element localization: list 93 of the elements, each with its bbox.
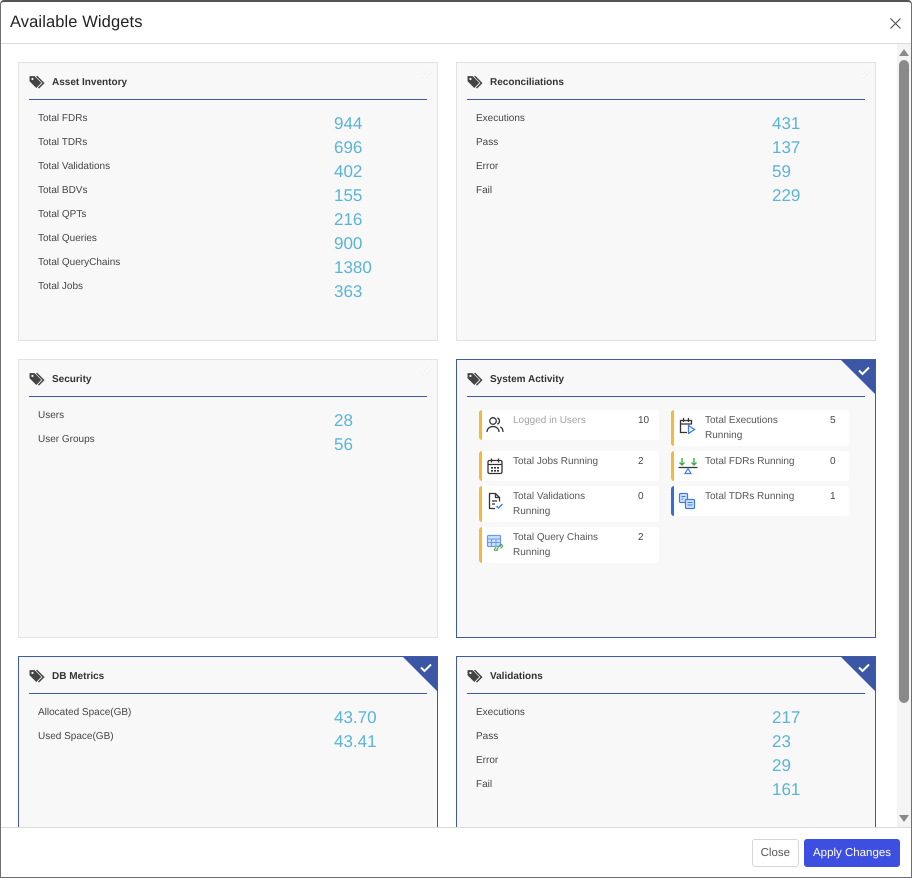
stat-value: 155 [334,185,362,206]
checked-corner-icon[interactable] [403,657,437,691]
tile-label: Total Validations Running [513,490,586,519]
stat-label: Error [476,160,498,174]
table-link-icon [486,533,504,551]
tile-label: Logged in Users [513,414,587,428]
stat-label: Used Space(GB) [38,730,114,744]
stat-label: Executions [476,112,525,126]
tile-value: 10 [637,414,650,428]
scroll-up-icon[interactable] [899,49,909,56]
tile-label: Total Executions Running [705,414,779,443]
stat-value: 1380 [334,257,372,278]
stat-label: Pass [476,730,498,744]
stat-value: 43.70 [334,707,377,728]
widget-title: Validations [490,670,543,682]
tags-icon [467,372,484,386]
stat-label: Total QueryChains [38,256,120,270]
stat-value: 43.41 [334,731,377,752]
stat-label: Total Validations [38,160,110,174]
close-button[interactable]: Close [752,838,799,866]
tags-icon [29,668,46,684]
widget-title: Security [52,374,92,384]
stat-label: Executions [476,706,525,720]
stat-value: 229 [772,185,800,206]
check-icon[interactable] [420,69,432,78]
stat-value: 696 [334,137,362,158]
tile-value: 2 [637,531,645,545]
stat-label: Total TDRs [38,136,88,150]
down-arrows-icon [678,457,698,475]
scrollbar-track[interactable] [897,44,911,827]
stat-value: 161 [772,779,800,800]
stat-label: Fail [476,778,492,792]
stat-value: 944 [334,113,362,134]
tile-value: 0 [637,490,645,504]
widget-card[interactable]: Asset Inventory Total FDRs 944 Total TDRs 696 Total Validations 402 Total BDVs 155 Total QPTs 216 Total Queries 900 Total QueryChains 1380 Total Jobs 363 [18,62,438,341]
stat-label: Total QPTs [38,208,86,222]
calendar-icon [486,457,504,475]
tile-value: 0 [829,455,837,469]
stat-label: Users [38,409,64,423]
stat-label: Error [476,754,498,768]
widget-title: System Activity [490,374,564,384]
stat-label: Total BDVs [38,184,88,198]
widget-card[interactable]: Security Users 28 User Groups 56 [18,359,438,638]
checked-corner-icon[interactable] [841,360,875,394]
checked-corner-icon[interactable] [841,657,875,691]
widget-title: Reconciliations [490,76,564,88]
users-icon [486,416,504,433]
widget-card[interactable]: Reconciliations Executions 431 Pass 137 Error 59 Fail 229 [456,62,876,341]
stat-value: 363 [334,281,362,302]
widget-card[interactable]: System Activity Logged in Users 10 Total Executions Running 5 Total Jobs Running 2 Total FDRs Running 0 Total Validations Running 0 Total TDRs Running 1 Total Query Chains Running 2 [456,359,876,638]
document-check-icon [486,492,504,510]
tile-label: Total TDRs Running [705,490,796,504]
tile-label: Total Jobs Running [513,455,600,469]
stat-value: 29 [772,755,791,776]
stat-value: 28 [334,410,353,431]
stat-value: 216 [334,209,362,230]
widget-card[interactable]: Validations Executions 217 Pass 23 Error 29 Fail 161 [456,656,876,827]
stat-value: 23 [772,731,791,752]
close-icon[interactable] [890,18,901,29]
scroll-down-icon[interactable] [899,815,909,822]
check-icon[interactable] [420,366,432,375]
stat-label: Total Jobs [38,280,84,294]
stat-label: User Groups [38,433,95,447]
stat-value: 137 [772,137,800,158]
apply-button[interactable]: Apply Changes [804,838,900,866]
stat-value: 402 [334,161,362,182]
stat-value: 431 [772,113,800,134]
stat-label: Total FDRs [38,112,88,126]
stat-value: 59 [772,161,791,182]
tile-label: Total FDRs Running [705,455,796,469]
stat-value: 217 [772,707,800,728]
stat-label: Fail [476,184,492,198]
tags-icon [29,372,46,386]
stat-value: 900 [334,233,362,254]
calendar-play-icon [678,416,696,434]
scrollbar-thumb[interactable] [899,60,909,703]
widget-title: Asset Inventory [52,76,128,88]
tile-label: Total Query Chains Running [513,531,600,560]
tags-icon [29,74,46,90]
widget-card[interactable]: DB Metrics Allocated Space(GB) 43.70 Used Space(GB) 43.41 [18,656,438,827]
stat-label: Pass [476,136,498,150]
tags-icon [467,74,484,90]
stat-label: Allocated Space(GB) [38,706,132,720]
check-icon[interactable] [858,69,870,78]
widget-title: DB Metrics [52,670,104,682]
tile-value: 2 [637,455,645,469]
tags-icon [467,668,484,684]
stat-value: 56 [334,434,353,455]
dialog-title: Available Widgets [10,13,143,32]
tile-value: 5 [829,414,837,428]
stat-label: Total Queries [38,232,97,246]
tile-value: 1 [829,490,837,504]
stacked-documents-icon [678,492,696,510]
